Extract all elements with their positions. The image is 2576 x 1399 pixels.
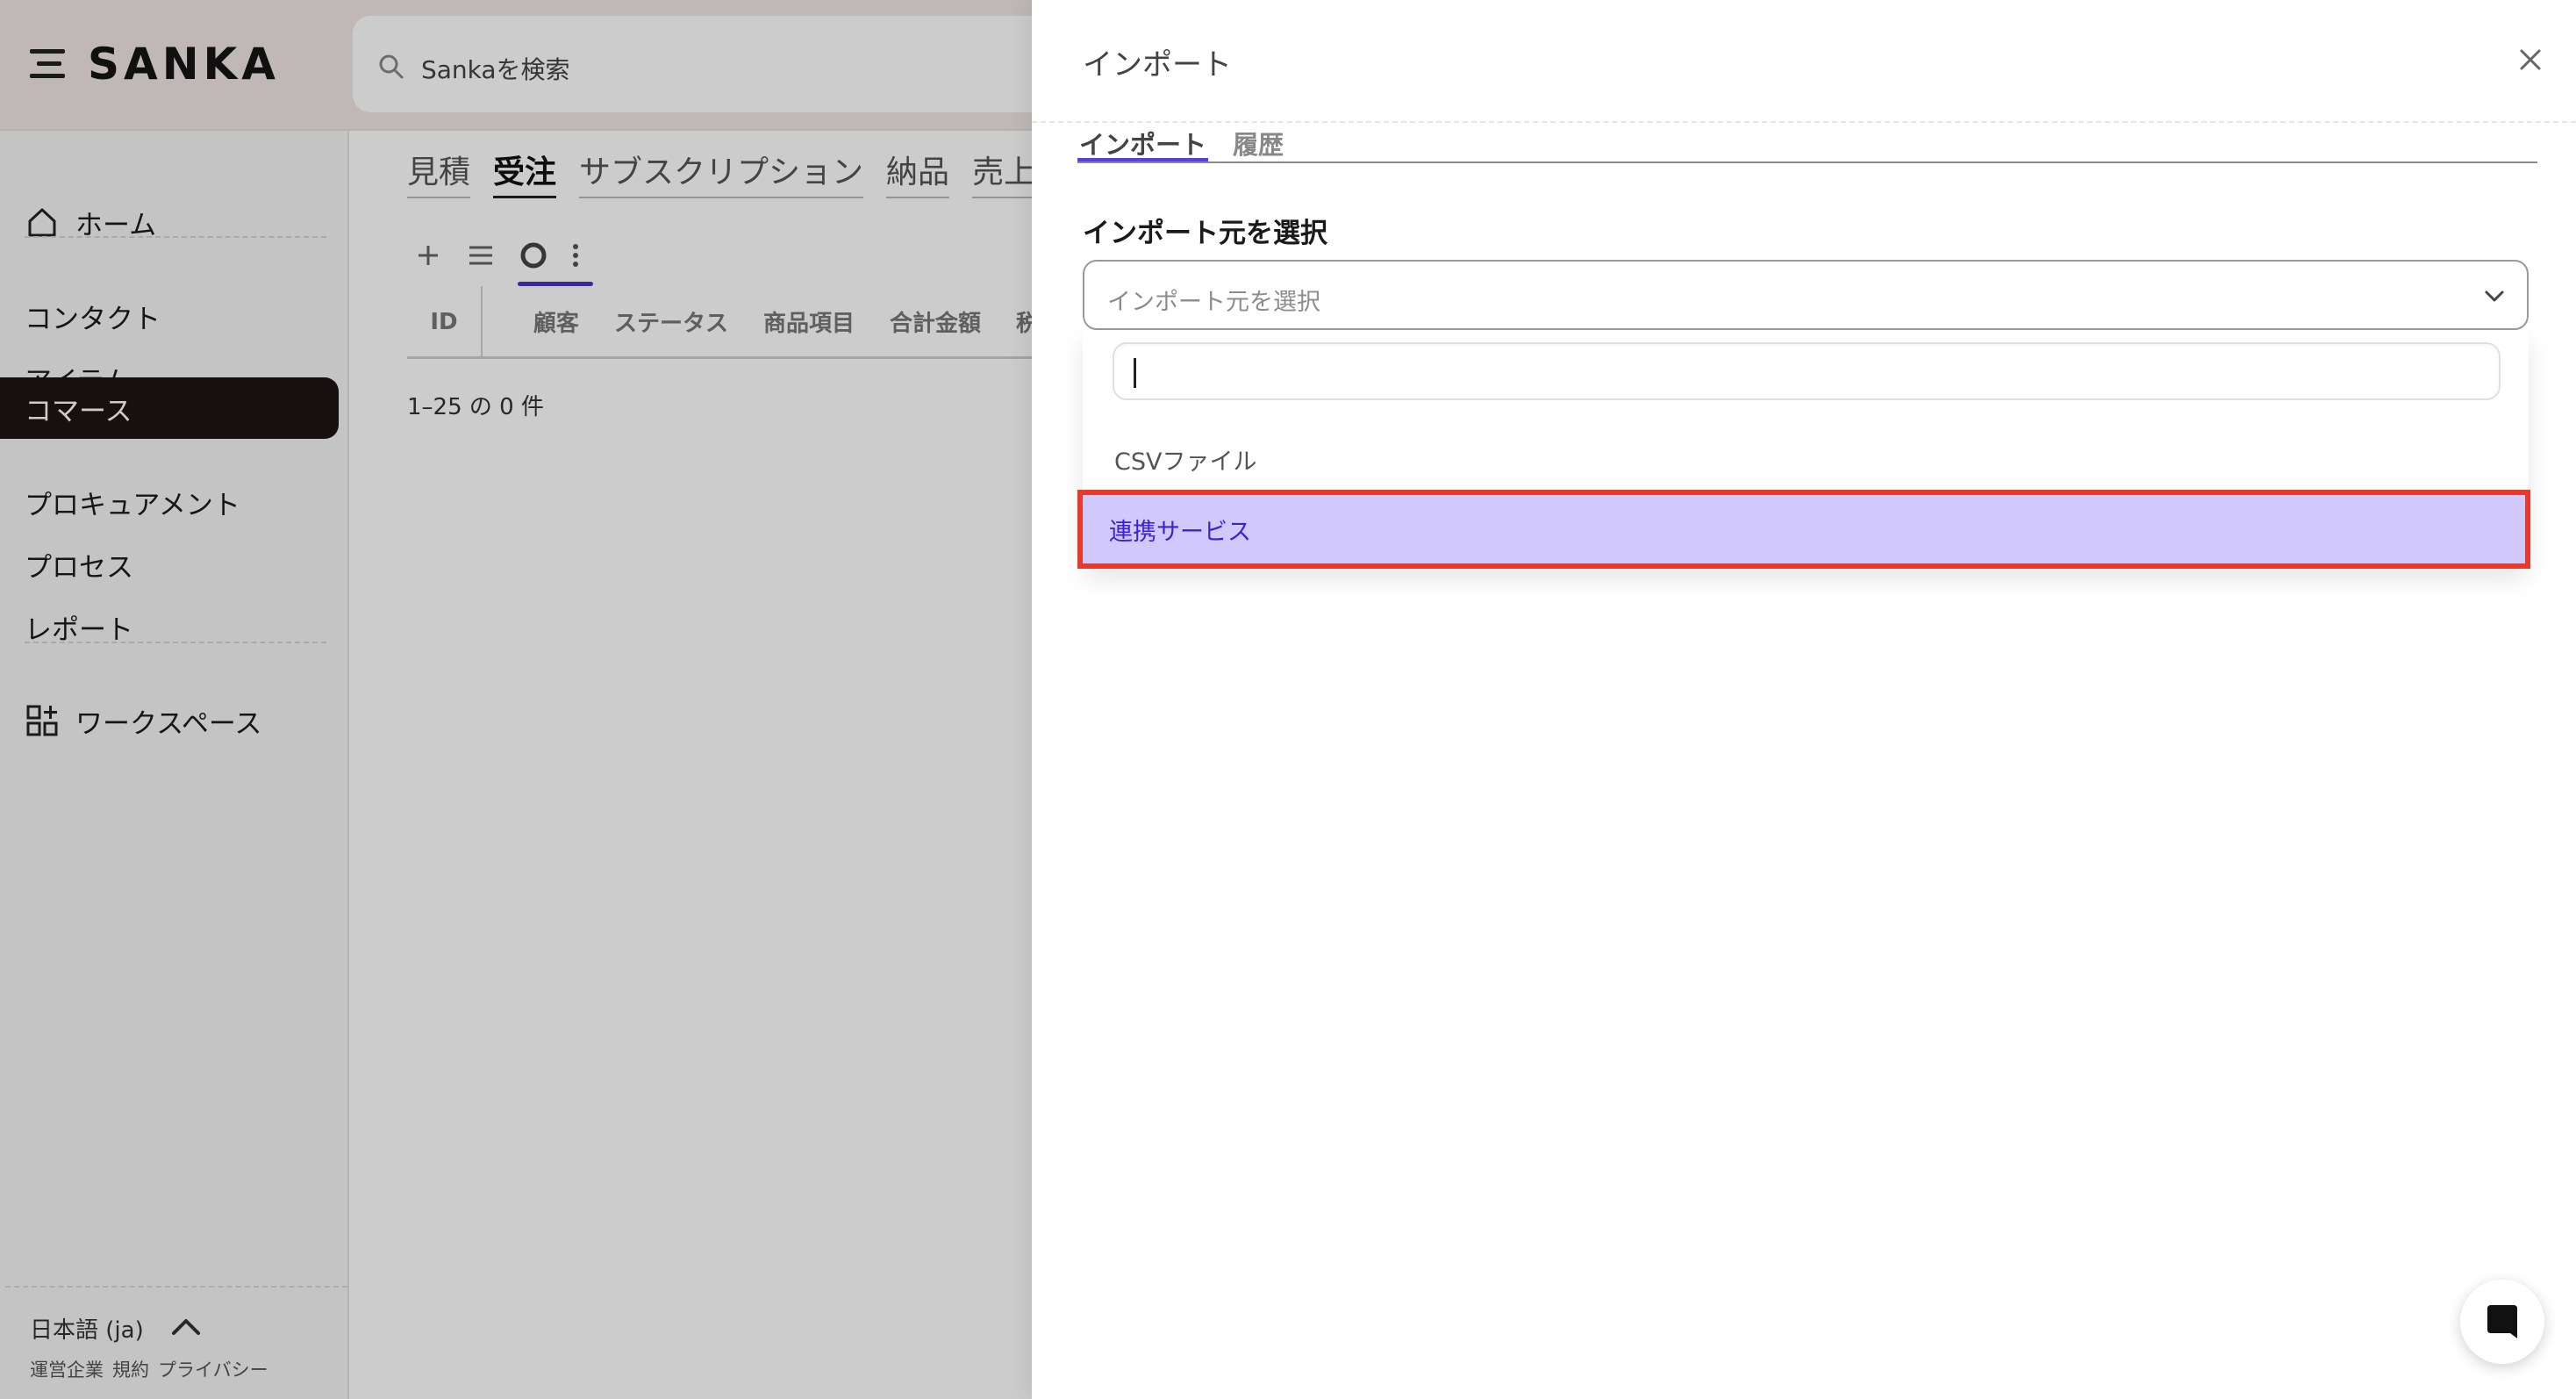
drawer-title: インポート bbox=[1083, 47, 1232, 83]
chevron-down-icon bbox=[2485, 291, 2504, 302]
drawer-header-divider bbox=[1032, 121, 2576, 123]
option-integration-service[interactable]: 連携サービス bbox=[1077, 490, 2530, 569]
import-source-label: インポート元を選択 bbox=[1083, 218, 1327, 249]
dropdown-search-input[interactable] bbox=[1113, 342, 2501, 400]
import-source-select[interactable]: インポート元を選択 bbox=[1083, 260, 2529, 330]
close-icon[interactable] bbox=[2513, 42, 2548, 77]
chat-icon bbox=[2487, 1305, 2517, 1338]
option-csv-file[interactable]: CSVファイル bbox=[1083, 425, 2529, 493]
drawer-tabs: インポート 履歴 bbox=[1077, 125, 2537, 163]
chat-support-button[interactable] bbox=[2460, 1280, 2544, 1364]
import-drawer: インポート インポート 履歴 インポート元を選択 インポート元を選択 CSVファ… bbox=[1032, 0, 2576, 1399]
text-cursor bbox=[1134, 358, 1136, 388]
tab-import[interactable]: インポート bbox=[1077, 125, 1209, 161]
tab-history[interactable]: 履歴 bbox=[1231, 125, 1285, 161]
modal-backdrop[interactable] bbox=[0, 0, 1032, 1399]
select-placeholder: インポート元を選択 bbox=[1107, 289, 1320, 316]
import-source-dropdown: CSVファイル 連携サービス bbox=[1077, 330, 2530, 569]
